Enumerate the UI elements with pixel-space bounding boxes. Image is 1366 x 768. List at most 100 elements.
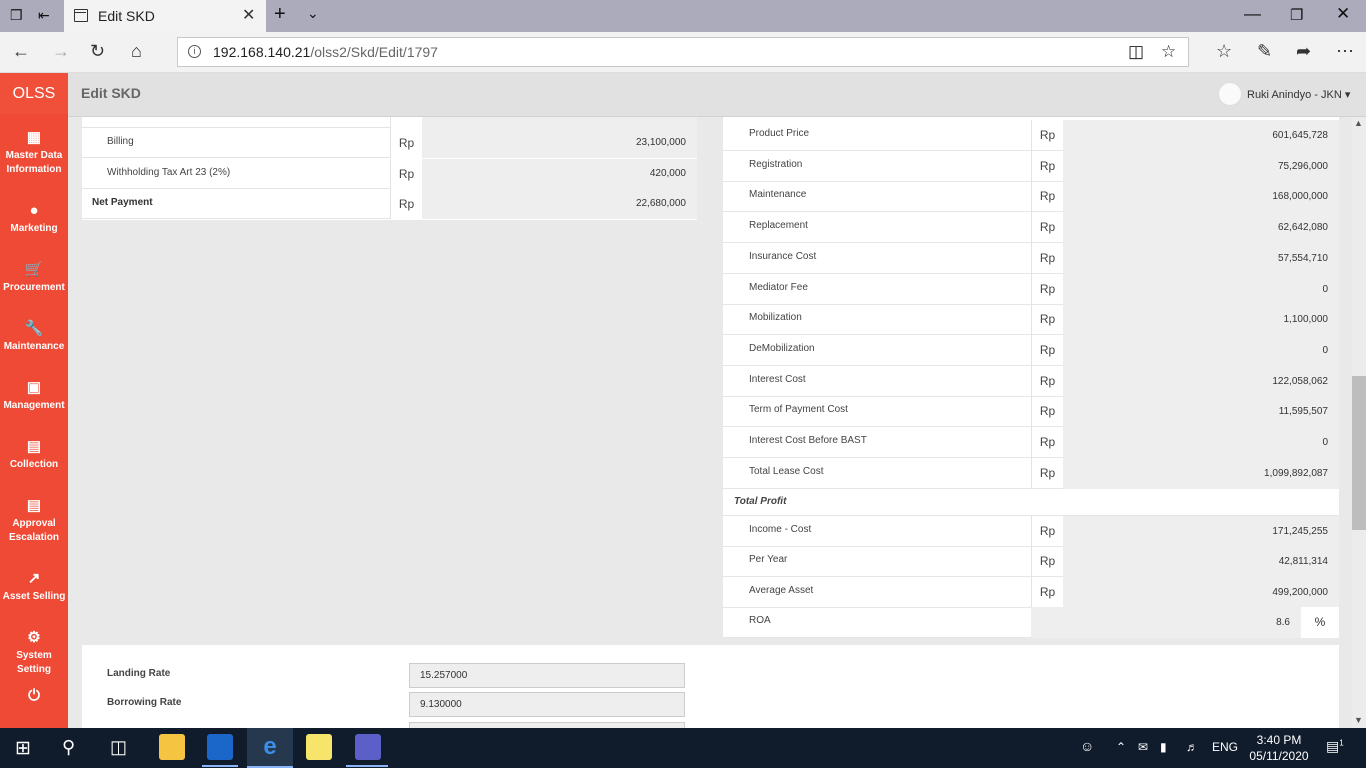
language-indicator[interactable]: ENG <box>1212 740 1238 754</box>
notification-icon[interactable]: ▤1 <box>1326 738 1344 755</box>
tab-actions-icon[interactable]: ❒ <box>10 7 23 24</box>
vertical-scrollbar[interactable]: ▲ ▼ <box>1352 117 1366 728</box>
browser-tab-bar: ❒ ⇤ Edit SKD ✕ + ⌄ — ❐ ✕ <box>0 0 1366 32</box>
value-field: 62,642,080 <box>1063 212 1339 243</box>
currency-label: Rp <box>1031 212 1063 243</box>
value-field: 1,099,892,087 <box>1063 458 1339 489</box>
mail-icon[interactable]: ✉ <box>1138 740 1148 754</box>
row-label: Total Lease Cost <box>749 466 824 477</box>
currency-label: Rp <box>1031 516 1063 547</box>
clock-time: 3:40 PM <box>1256 733 1302 747</box>
outlook-icon[interactable] <box>207 734 233 760</box>
url-path: /olss2/Skd/Edit/1797 <box>310 44 438 60</box>
sidebar-item-label: Management <box>3 400 65 411</box>
tab-edit-skd[interactable]: Edit SKD ✕ <box>64 0 266 32</box>
row-label: DeMobilization <box>749 343 815 354</box>
share-icon[interactable]: ➦ <box>1296 41 1311 62</box>
more-icon[interactable]: ⋯ <box>1336 41 1354 62</box>
borrowing-rate-field[interactable]: 9.130000 <box>409 692 685 717</box>
sidebar-item-management[interactable]: ▣ Management <box>0 379 68 413</box>
sidebar-item-approval-escalation[interactable]: ▤ Approval Escalation <box>0 497 68 545</box>
sidebar-item-marketing[interactable]: ● Marketing <box>0 202 68 236</box>
globe-icon: ● <box>29 202 39 219</box>
forward-icon[interactable]: → <box>52 41 70 62</box>
minimize-icon[interactable]: — <box>1244 4 1261 24</box>
battery-icon[interactable]: ▮ <box>1160 740 1167 754</box>
favorites-icon[interactable]: ☆ <box>1216 41 1232 62</box>
sidebar-item-asset-selling[interactable]: ↗ Asset Selling <box>0 570 68 604</box>
chevron-down-icon[interactable]: ⌄ <box>307 5 319 22</box>
value-field: 601,645,728 <box>1063 120 1339 151</box>
sidebar-item-label: Asset Selling <box>2 591 66 602</box>
table-row: Mediator Fee Rp 0 <box>723 274 1339 305</box>
close-window-icon[interactable]: ✕ <box>1336 4 1350 24</box>
currency-label: Rp <box>1031 181 1063 212</box>
home-icon[interactable]: ⌂ <box>131 41 142 62</box>
currency-label: Rp <box>1031 243 1063 274</box>
list-icon: ▤ <box>26 438 42 455</box>
windows-start-icon[interactable]: ⊞ <box>15 737 31 760</box>
table-row: Maintenance Rp 168,000,000 <box>723 181 1339 212</box>
url-host: 192.168.140.21 <box>213 44 311 60</box>
edge-icon[interactable]: e <box>257 734 283 760</box>
value-field: 168,000,000 <box>1063 181 1339 212</box>
row-label: Income - Cost <box>749 524 812 535</box>
restore-icon[interactable]: ❐ <box>1290 6 1303 24</box>
chevron-up-icon[interactable]: ⌃ <box>1116 740 1126 754</box>
info-icon[interactable]: i <box>188 45 201 58</box>
row-label: Interest Cost <box>749 374 806 385</box>
user-menu[interactable]: Ruki Anindyo - JKN ▾ <box>1247 88 1350 101</box>
address-bar[interactable]: i 192.168.140.21/olss2/Skd/Edit/1797 ◫ ☆ <box>177 37 1189 67</box>
sidebar: OLSS ▦ Master Data Information ● Marketi… <box>0 73 68 728</box>
reading-view-icon[interactable]: ◫ <box>1128 42 1144 62</box>
sidebar-item-label: Collection <box>9 459 59 470</box>
favorite-star-icon[interactable]: ☆ <box>1161 42 1176 62</box>
gear-icon: ⚙ <box>27 629 41 646</box>
truck-icon: ▣ <box>26 379 42 396</box>
file-explorer-icon[interactable] <box>159 734 185 760</box>
avatar[interactable] <box>1218 82 1242 106</box>
back-icon[interactable]: ← <box>12 41 30 62</box>
url-text[interactable]: 192.168.140.21/olss2/Skd/Edit/1797 <box>213 44 438 60</box>
pen-icon[interactable]: ✎ <box>1257 41 1272 62</box>
close-tab-icon[interactable]: ✕ <box>242 5 255 25</box>
brand-logo[interactable]: OLSS <box>0 73 68 114</box>
people-icon[interactable]: ☺ <box>1080 738 1094 754</box>
table-row: Mobilization Rp 1,100,000 <box>723 304 1339 335</box>
row-label: Insurance Cost <box>749 251 817 262</box>
scrollbar-thumb[interactable] <box>1352 376 1366 530</box>
sidebar-item-procurement[interactable]: 🛒 Procurement <box>0 261 68 295</box>
value-field: 0 <box>1063 274 1339 305</box>
currency-label: Rp <box>390 159 422 189</box>
value-field: 57,554,710 <box>1063 243 1339 274</box>
currency-label: Rp <box>1031 427 1063 458</box>
landing-rate-field[interactable]: 15.257000 <box>409 663 685 688</box>
user-name: Ruki Anindyo - JKN <box>1247 89 1342 101</box>
grid-icon: ▦ <box>26 129 42 146</box>
sidebar-item-system-setting[interactable]: ⚙ System Setting <box>0 629 68 677</box>
sidebar-item-master-data[interactable]: ▦ Master Data Information <box>0 129 68 177</box>
clock[interactable]: 3:40 PM 05/11/2020 <box>1244 732 1314 764</box>
task-view-icon[interactable]: ◫ <box>110 737 127 758</box>
browser-nav-bar: ← → ↻ ⌂ i 192.168.140.21/olss2/Skd/Edit/… <box>0 32 1366 73</box>
value-field: 420,000 <box>422 159 697 189</box>
value-field: 1,100,000 <box>1063 304 1339 335</box>
value-field: 11,595,507 <box>1063 396 1339 427</box>
power-button[interactable]: ⏻ <box>0 687 68 707</box>
sticky-notes-icon[interactable] <box>306 734 332 760</box>
volume-icon[interactable]: ♬ <box>1186 740 1198 754</box>
billing-panel: Billing Rp 23,100,000 Withholding Tax Ar… <box>82 117 697 220</box>
teams-icon[interactable] <box>355 734 381 760</box>
page-title: Edit SKD <box>81 85 141 101</box>
sidebar-item-collection[interactable]: ▤ Collection <box>0 438 68 472</box>
scroll-down-icon[interactable]: ▼ <box>1354 715 1363 725</box>
new-tab-icon[interactable]: + <box>274 3 286 26</box>
sidebar-item-label: Approval Escalation <box>8 518 60 543</box>
tabs-aside-icon[interactable]: ⇤ <box>38 7 50 24</box>
refresh-icon[interactable]: ↻ <box>90 41 105 62</box>
scroll-up-icon[interactable]: ▲ <box>1354 118 1363 128</box>
currency-label: Rp <box>1031 366 1063 397</box>
sidebar-item-maintenance[interactable]: 🔧 Maintenance <box>0 320 68 354</box>
clock-date: 05/11/2020 <box>1249 749 1309 763</box>
search-icon[interactable]: ⚲ <box>62 737 75 758</box>
